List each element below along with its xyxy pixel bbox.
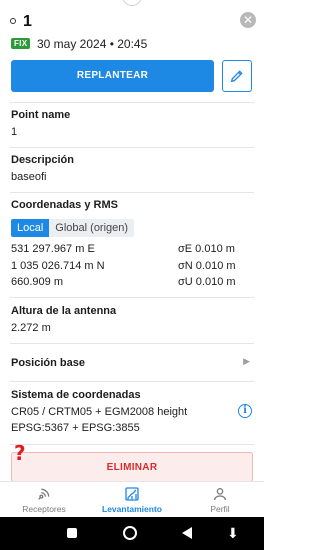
replantear-button[interactable]: REPLANTEAR [11,60,214,92]
info-icon[interactable]: i [238,404,252,418]
rms-northing: σN 0.010 m [178,260,236,272]
pencil-icon [230,70,243,83]
divider [10,147,254,148]
divider [10,192,254,193]
edit-button[interactable] [222,60,252,92]
posicion-base-label: Posición base [11,357,85,369]
point-name-label: Point name [11,109,71,121]
nav-receptores[interactable]: Receptores [0,482,88,517]
coord-elevation: 660.909 m [11,276,63,288]
posicion-base-row[interactable]: Posición base [0,346,264,380]
divider [10,381,254,382]
antenna-height-value: 2.272 m [11,322,51,334]
coordenadas-label: Coordenadas y RMS [11,199,118,211]
divider [10,297,254,298]
descripcion-label: Descripción [11,154,74,166]
chevron-down-icon[interactable]: ⬇ [227,525,239,542]
rms-up: σU 0.010 m [178,276,236,288]
person-icon [214,488,226,501]
chevron-right-icon: ▶ [243,356,250,366]
tab-local[interactable]: Local [11,219,50,237]
sistema-epsg: EPSG:5367 + EPSG:3855 [11,422,140,434]
coord-easting: 531 297.967 m E [11,243,95,255]
survey-icon [125,487,139,501]
tab-global[interactable]: Global (origen) [49,219,135,237]
point-title: 1 [23,13,32,30]
divider [10,343,254,344]
nav-perfil-label: Perfil [210,504,230,514]
divider [10,444,254,445]
point-icon [10,18,16,24]
receptor-icon [38,488,50,500]
point-name-value: 1 [11,126,18,138]
sistema-label: Sistema de coordenadas [11,389,141,401]
close-icon[interactable]: ✕ [240,12,256,28]
back-icon[interactable] [182,527,192,539]
point-details-sheet: 1 ✕ FIX 30 may 2024 • 20:45 REPLANTEAR P… [0,0,264,550]
fix-status-badge: FIX [11,38,31,49]
nav-receptores-label: Receptores [22,504,66,514]
nav-levantamiento[interactable]: Levantamiento [88,482,176,517]
sistema-crs: CR05 / CRTM05 + EGM2008 height [11,406,188,418]
delete-button[interactable]: ELIMINAR [11,452,253,482]
measurement-datetime: 30 may 2024 • 20:45 [37,37,148,51]
android-navigation-bar: ⬇ [0,517,264,550]
home-icon[interactable] [123,526,137,540]
nav-levantamiento-label: Levantamiento [102,504,162,514]
rms-easting: σE 0.010 m [178,243,235,255]
coord-northing: 1 035 026.714 m N [11,260,105,272]
divider [10,102,254,103]
bottom-navigation: Receptores Levantamiento Perfil [0,481,264,517]
recents-icon[interactable] [67,528,77,538]
antenna-height-label: Altura de la antenna [11,305,117,317]
point-header: 1 ✕ FIX 30 may 2024 • 20:45 [10,12,256,56]
descripcion-value: baseofi [11,171,47,183]
question-mark-icon: ? [14,441,26,465]
coordinate-frame-toggle: Local Global (origen) [11,219,135,237]
nav-perfil[interactable]: Perfil [176,482,264,517]
drag-handle[interactable] [122,0,142,6]
